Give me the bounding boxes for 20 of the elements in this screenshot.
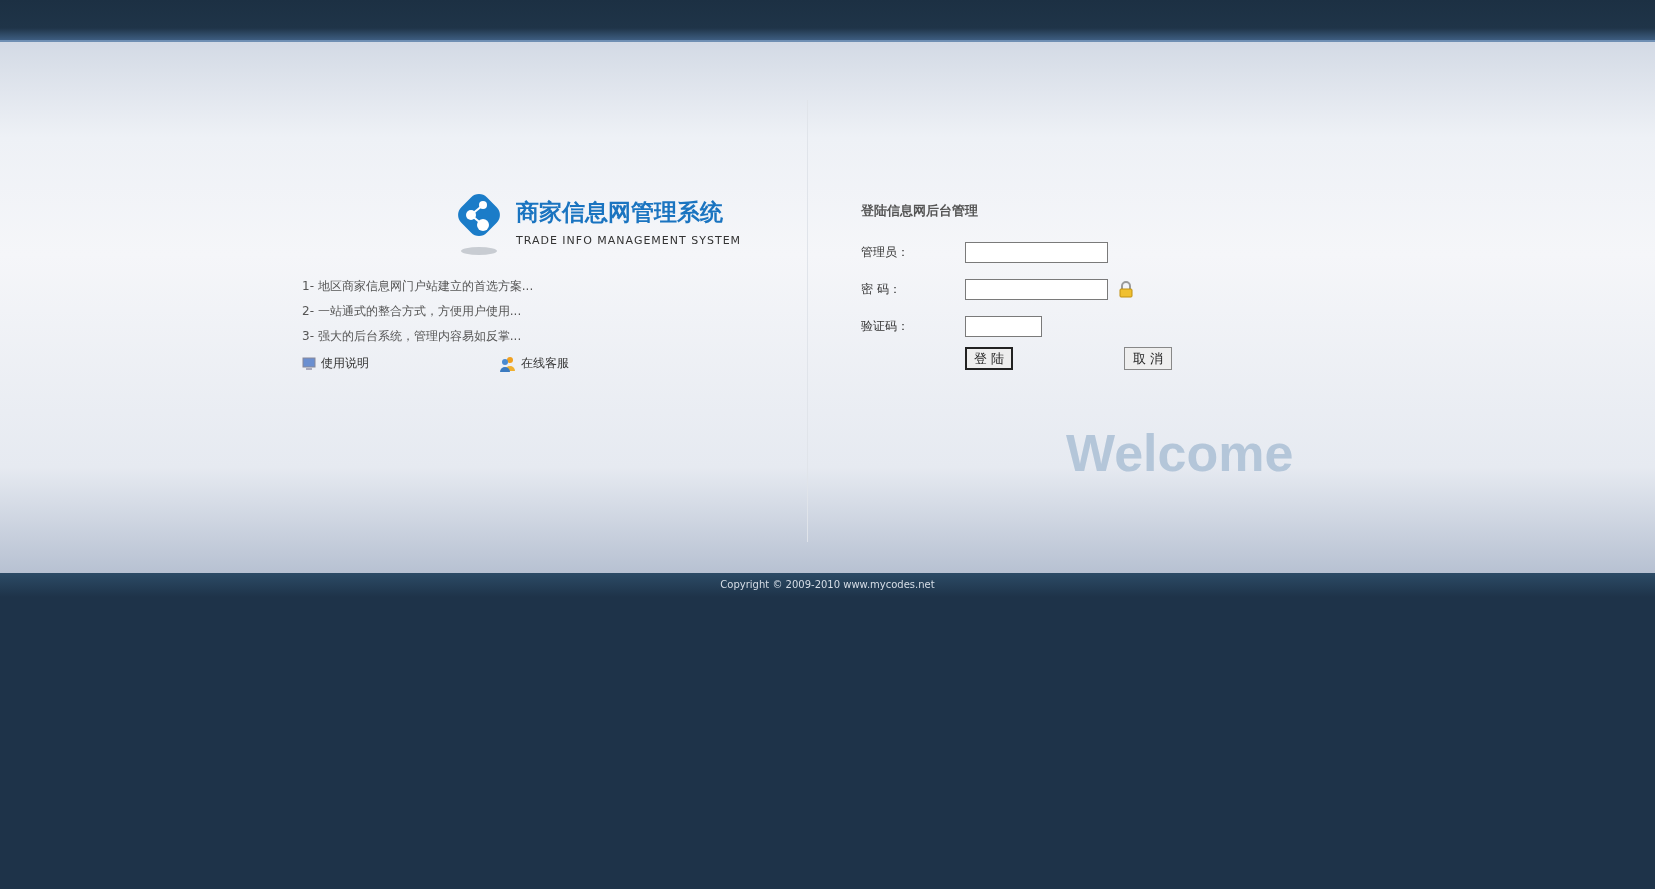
field-label: 验证码： xyxy=(861,318,910,335)
copyright-text: Copyright © 2009-2010 www.mycodes.net xyxy=(720,579,935,590)
feature-text: 1- 地区商家信息网门户站建立的首选方案... xyxy=(302,278,535,295)
field-label: 密 码： xyxy=(861,281,902,298)
lock-icon xyxy=(1118,281,1134,298)
input-field[interactable] xyxy=(965,316,1042,337)
monitor-icon xyxy=(302,356,316,371)
login-title: 登陆信息网后台管理 xyxy=(861,202,979,220)
cancel-button[interactable]: 取 消 xyxy=(1124,347,1172,370)
input-field[interactable] xyxy=(965,242,1108,263)
input-field[interactable] xyxy=(965,279,1108,300)
field-label: 管理员： xyxy=(861,244,910,261)
login-button[interactable]: 登 陆 xyxy=(965,347,1013,370)
logo-title: 商家信息网管理系统 xyxy=(516,198,724,227)
help-link[interactable]: 在线客服 xyxy=(500,355,698,372)
logo-subtitle: TRADE INFO MANAGEMENT SYSTEM xyxy=(516,234,742,247)
feature-text: 3- 强大的后台系统，管理内容易如反掌... xyxy=(302,328,523,345)
feature-text: 2- 一站通式的整合方式，方便用户使用... xyxy=(302,303,523,320)
users-icon xyxy=(500,355,516,372)
help-link[interactable]: 使用说明 xyxy=(302,355,500,372)
